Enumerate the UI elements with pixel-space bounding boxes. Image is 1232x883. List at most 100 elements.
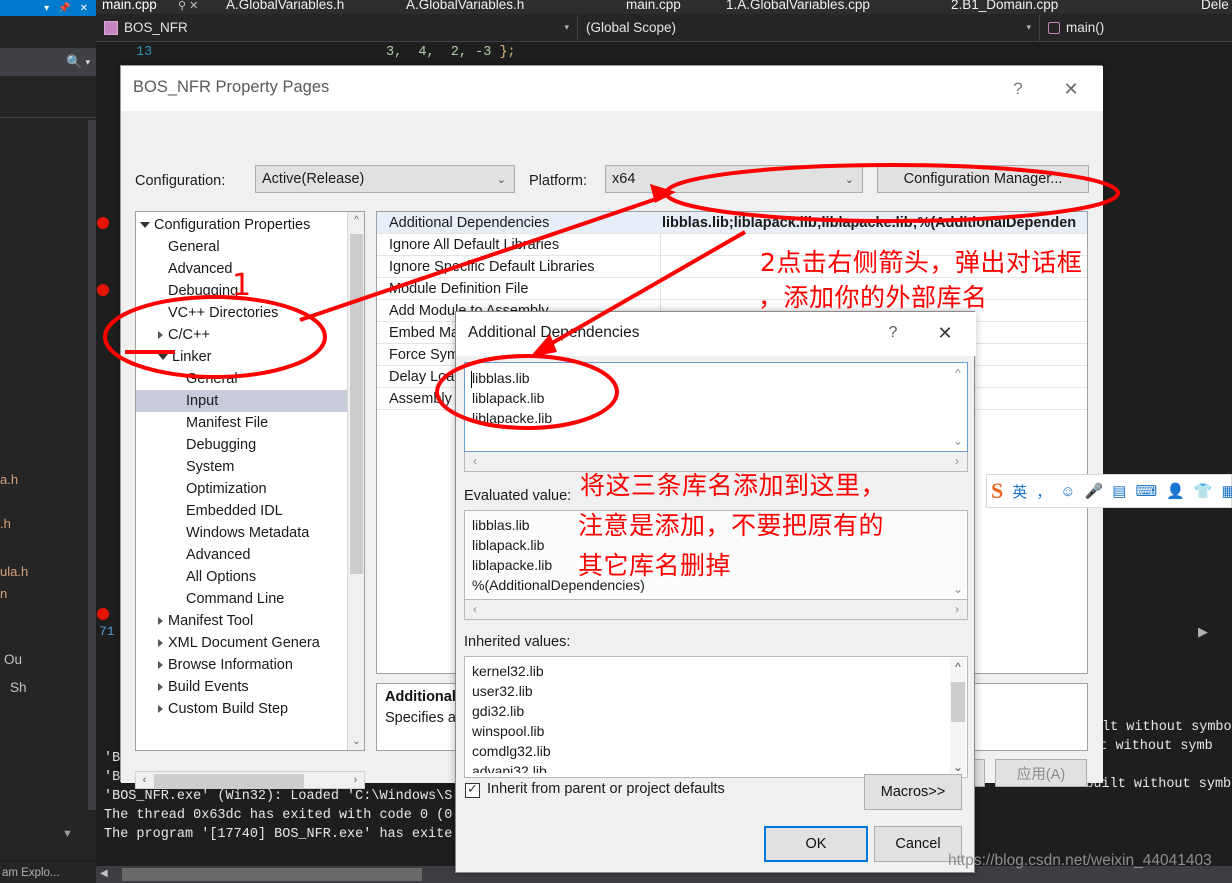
evaluated-vscrollbar[interactable]: ⌄: [950, 512, 966, 598]
punctuation-mode-icon[interactable]: ，: [1036, 481, 1051, 502]
solution-item[interactable]: a.h: [0, 472, 18, 487]
scroll-down-icon[interactable]: ⌄: [950, 582, 966, 596]
close-icon[interactable]: ✕: [80, 3, 88, 14]
editor-tab-globalvars-h-2[interactable]: A.GlobalVariables.h: [406, 0, 524, 12]
tree-item-manifest-file[interactable]: Manifest File: [136, 412, 348, 434]
inherit-checkbox[interactable]: [465, 781, 480, 798]
screen-share-icon[interactable]: ▤: [1112, 482, 1126, 500]
scroll-left-icon[interactable]: ‹: [468, 454, 482, 468]
scroll-down-icon[interactable]: ⌄: [348, 733, 364, 750]
chevron-down-icon[interactable]: ⌄: [497, 173, 506, 186]
chevron-down-icon[interactable]: ▼: [62, 828, 73, 840]
tree-item-command-line[interactable]: Command Line: [136, 588, 348, 610]
help-icon[interactable]: ?: [1001, 76, 1035, 102]
scroll-left-icon[interactable]: ‹: [468, 602, 482, 616]
chevron-down-icon[interactable]: ▾: [85, 57, 90, 68]
tree-item-xml-document-genera[interactable]: XML Document Genera: [136, 632, 348, 654]
inherited-vscrollbar[interactable]: ^ ⌄: [950, 658, 966, 776]
tree-vscrollbar[interactable]: ^ ⌄: [347, 212, 364, 750]
scroll-up-icon[interactable]: ^: [950, 366, 966, 380]
chevron-right-icon[interactable]: [158, 705, 163, 713]
scroll-left-icon[interactable]: ◀: [100, 868, 108, 879]
editor-tab-globalvars-h-1[interactable]: A.GlobalVariables.h: [226, 0, 344, 12]
ide-titlebar-window-icons[interactable]: ▾ 📌 ✕: [0, 0, 96, 16]
soft-keyboard-icon[interactable]: ⌨: [1135, 482, 1157, 500]
scroll-right-icon[interactable]: ›: [950, 602, 964, 616]
tree-hscrollbar[interactable]: ‹ ›: [135, 771, 365, 789]
breakpoint-icon[interactable]: [97, 608, 109, 620]
tree-item-general[interactable]: General: [136, 368, 348, 390]
editor-vscrollbar[interactable]: ^ ⌄: [950, 364, 966, 450]
tree-vscrollbar-thumb[interactable]: [350, 234, 363, 574]
tree-item-all-options[interactable]: All Options: [136, 566, 348, 588]
scroll-right-icon[interactable]: ›: [347, 772, 364, 788]
scroll-left-icon[interactable]: ‹: [136, 772, 153, 788]
evaluated-hscrollbar[interactable]: ‹ ›: [464, 600, 968, 620]
solution-explorer-tab[interactable]: am Explo...: [0, 862, 96, 883]
tree-item-custom-build-step[interactable]: Custom Build Step: [136, 698, 348, 720]
dependencies-editor[interactable]: libblas.lib liblapack.lib liblapacke.lib…: [464, 362, 968, 452]
editor-tab-dele[interactable]: Dele: [1201, 0, 1229, 12]
solution-explorer-tree[interactable]: [0, 76, 96, 859]
chevron-right-icon[interactable]: [158, 683, 163, 691]
chevron-right-icon[interactable]: [158, 331, 163, 339]
editor-tab-globalvars-cpp[interactable]: 1.A.GlobalVariables.cpp: [726, 0, 870, 12]
solution-item[interactable]: n: [0, 586, 7, 601]
inherit-checkbox-label[interactable]: Inherit from parent or project defaults: [487, 781, 725, 797]
platform-combo[interactable]: x64 ⌄: [605, 165, 863, 193]
tree-item-embedded-idl[interactable]: Embedded IDL: [136, 500, 348, 522]
ime-toolbar[interactable]: S 英 ， ☺ 🎤 ▤ ⌨ 👤 👕 ▦: [986, 474, 1232, 508]
scroll-up-icon[interactable]: ^: [348, 212, 364, 229]
tree-item-linker[interactable]: Linker: [136, 346, 348, 368]
grid-row-additional-dependencies[interactable]: Additional Dependencies libblas.lib;libla…: [377, 212, 1087, 234]
editor-tab-main-cpp-2[interactable]: main.cpp: [626, 0, 681, 12]
editor-tab-main-cpp[interactable]: main.cpp: [102, 0, 157, 12]
user-profile-icon[interactable]: 👤: [1166, 482, 1185, 500]
scroll-right-icon[interactable]: ›: [950, 454, 964, 468]
scroll-down-icon[interactable]: ⌄: [950, 434, 966, 448]
play-icon[interactable]: ▶: [1198, 624, 1208, 640]
tree-item-vc-directories[interactable]: VC++ Directories: [136, 302, 348, 324]
tree-item-advanced[interactable]: Advanced: [136, 544, 348, 566]
scope-selector[interactable]: (Global Scope) ▾: [578, 14, 1040, 41]
project-selector[interactable]: BOS_NFR ▾: [96, 14, 578, 41]
grid-property-value[interactable]: libblas.lib;liblapack.lib;liblapacke.lib…: [662, 215, 1082, 231]
scroll-down-icon[interactable]: ⌄: [950, 760, 966, 774]
macros-button[interactable]: Macros>>: [864, 774, 962, 810]
output-hscrollbar-thumb[interactable]: [122, 868, 422, 881]
breakpoint-icon[interactable]: [97, 284, 109, 296]
member-selector[interactable]: main(): [1040, 15, 1230, 41]
chevron-right-icon[interactable]: [158, 661, 163, 669]
chevron-down-icon[interactable]: ⌄: [845, 173, 854, 186]
editor-tab-b1-domain-cpp[interactable]: 2.B1_Domain.cpp: [951, 0, 1058, 12]
language-mode-icon[interactable]: 英: [1012, 481, 1027, 502]
tree-item-windows-metadata[interactable]: Windows Metadata: [136, 522, 348, 544]
skin-icon[interactable]: 👕: [1194, 482, 1213, 500]
pin-icon[interactable]: 📌: [58, 3, 70, 14]
tab-close-icon[interactable]: ⚲ ✕: [178, 0, 198, 12]
tree-item-browse-information[interactable]: Browse Information: [136, 654, 348, 676]
scroll-up-icon[interactable]: ^: [950, 660, 966, 674]
tree-item-general[interactable]: General: [136, 236, 348, 258]
tree-item-debugging[interactable]: Debugging: [136, 434, 348, 456]
editor-navigation-bar[interactable]: BOS_NFR ▾ (Global Scope) ▾ main(): [96, 14, 1232, 42]
tree-item-system[interactable]: System: [136, 456, 348, 478]
chevron-right-icon[interactable]: [158, 617, 163, 625]
tree-item-input[interactable]: Input: [136, 390, 348, 412]
breakpoint-icon[interactable]: [97, 217, 109, 229]
toolbox-icon[interactable]: ▦: [1222, 482, 1232, 500]
chevron-down-icon[interactable]: ▾: [1014, 22, 1031, 33]
solution-explorer-scrollbar[interactable]: [88, 120, 96, 810]
emoji-icon[interactable]: ☺: [1060, 483, 1075, 500]
tree-item-manifest-tool[interactable]: Manifest Tool: [136, 610, 348, 632]
sogou-logo-icon[interactable]: S: [991, 478, 1003, 504]
close-icon[interactable]: ✕: [1051, 76, 1091, 102]
configuration-combo[interactable]: Active(Release) ⌄: [255, 165, 515, 193]
voice-input-icon[interactable]: 🎤: [1085, 482, 1104, 500]
chevron-down-icon[interactable]: ▾: [552, 22, 569, 33]
solution-explorer-search[interactable]: 🔍 ▾: [0, 48, 96, 76]
configuration-manager-button[interactable]: Configuration Manager...: [877, 165, 1089, 193]
search-icon[interactable]: 🔍: [66, 54, 82, 70]
apply-button[interactable]: 应用(A): [995, 759, 1087, 787]
chevron-down-icon[interactable]: ▾: [44, 3, 49, 14]
